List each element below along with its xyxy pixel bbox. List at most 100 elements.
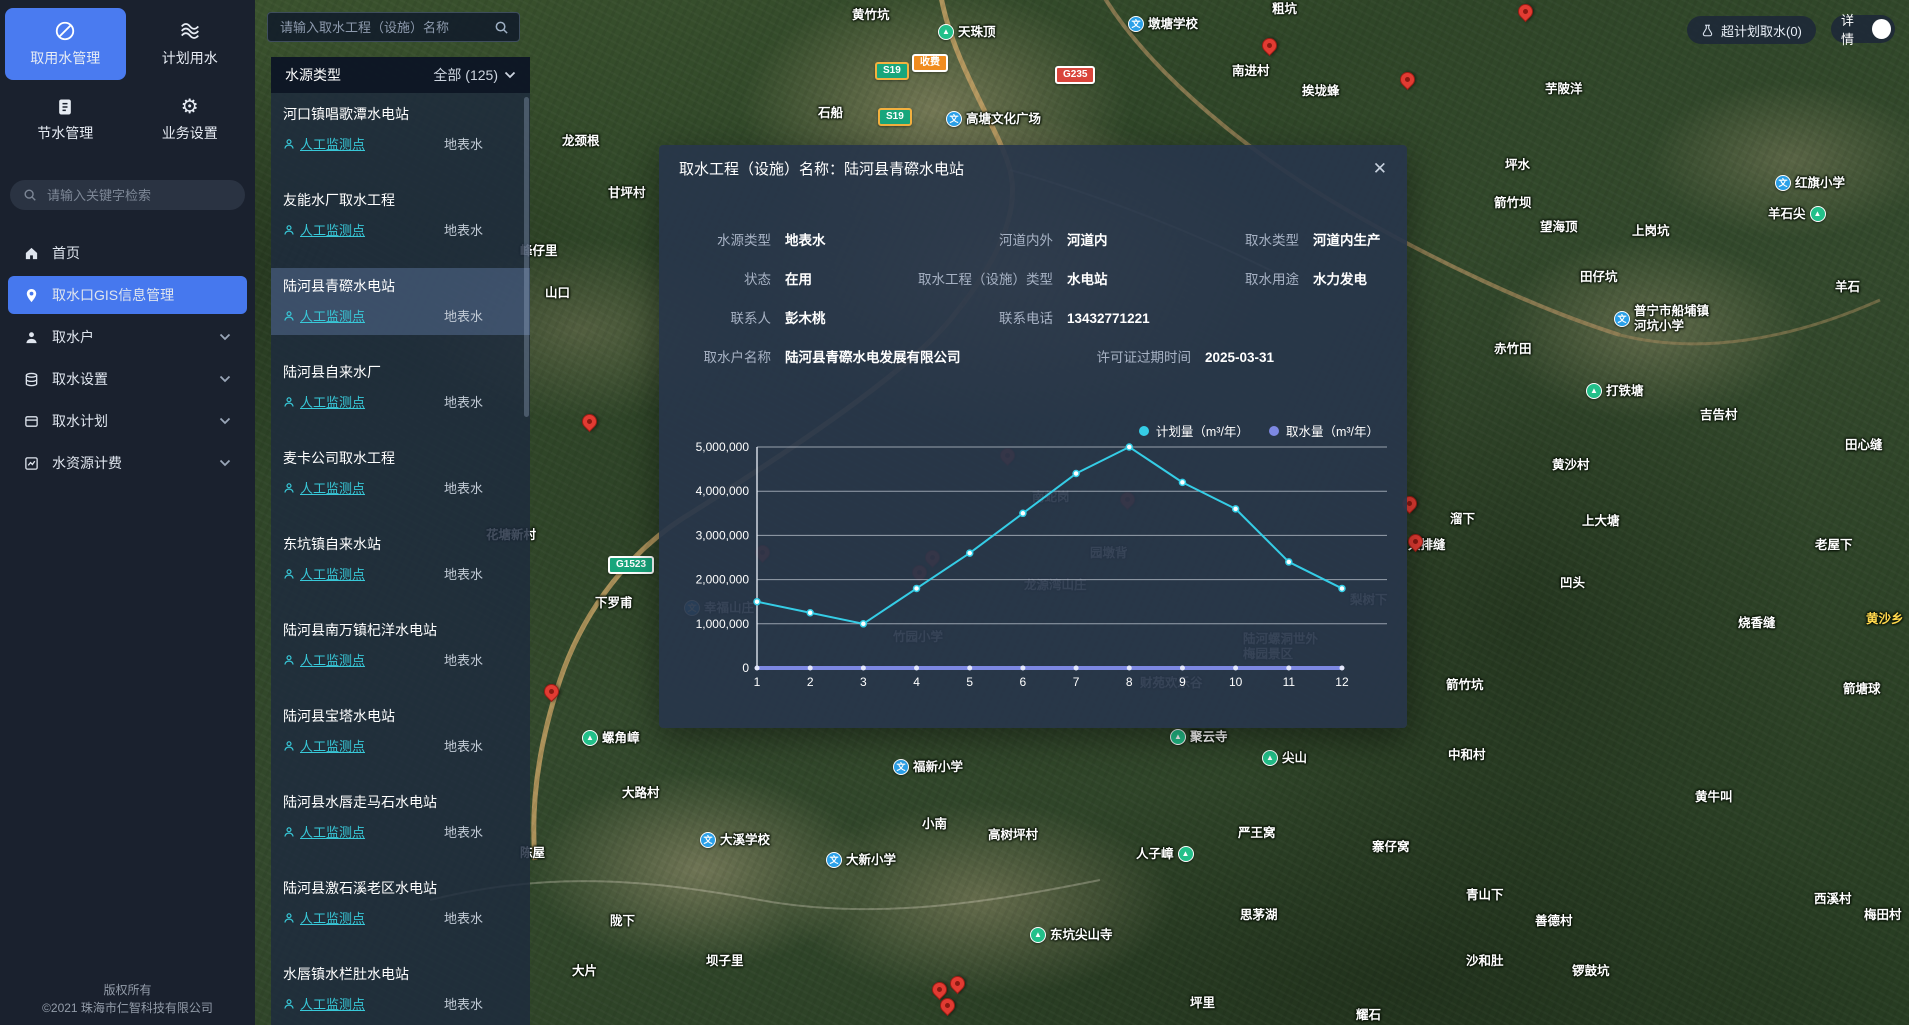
map-marker-pin[interactable] — [579, 411, 600, 432]
module-4[interactable]: ⚙业务设置 — [130, 84, 251, 156]
mountain-icon: ▲ — [1586, 383, 1602, 399]
list-item[interactable]: 陆河县水唇走马石水电站人工监测点地表水 — [271, 784, 530, 851]
road-badge: G235 — [1055, 66, 1095, 84]
field-value: 在用 — [785, 268, 812, 288]
sidebar: 取用水管理计划用水节水管理⚙业务设置 首页取水口GIS信息管理取水户取水设置取水… — [0, 0, 255, 1025]
monitor-link[interactable]: 人工监测点 — [283, 822, 365, 841]
chart-legend: 计划量（m³/年） 取水量（m³/年） — [1139, 421, 1379, 440]
map-label: 石船 — [818, 106, 843, 121]
water-source-type: 地表水 — [444, 822, 483, 841]
list-item[interactable]: 陆河县宝塔水电站人工监测点地表水 — [271, 698, 530, 765]
chevron-down-icon — [504, 71, 516, 79]
field-label: 状态 — [675, 268, 771, 288]
map-label: 大路村 — [622, 786, 660, 801]
map-label: 凹头 — [1560, 576, 1585, 591]
station-search[interactable] — [267, 12, 520, 42]
list-item[interactable]: 陆河县青磜水电站人工监测点地表水 — [271, 268, 530, 335]
school-icon: 文 — [700, 832, 716, 848]
monitor-link[interactable]: 人工监测点 — [283, 736, 365, 755]
map-marker-pin[interactable] — [947, 973, 968, 994]
module-2[interactable]: 计划用水 — [130, 8, 251, 80]
field: 状态在用 — [675, 268, 903, 288]
svg-text:0: 0 — [742, 661, 749, 675]
svg-text:1,000,000: 1,000,000 — [696, 617, 750, 631]
person-icon — [283, 482, 295, 494]
module-1[interactable]: 取用水管理 — [5, 8, 126, 80]
monitor-link[interactable]: 人工监测点 — [283, 650, 365, 669]
map-label: 龙颈根 — [562, 134, 600, 149]
list-item[interactable]: 陆河县南万镇杞洋水电站人工监测点地表水 — [271, 612, 530, 679]
map-label: 黄牛叫 — [1695, 790, 1733, 805]
sidebar-item-1[interactable]: 首页 — [8, 234, 247, 272]
map-label: ▲天珠顶 — [938, 24, 996, 40]
monitor-link[interactable]: 人工监测点 — [283, 306, 365, 325]
field-value: 陆河县青磜水电发展有限公司 — [785, 346, 961, 366]
over-plan-button[interactable]: 超计划取水(0) — [1687, 16, 1816, 44]
list-item[interactable]: 友能水厂取水工程人工监测点地表水 — [271, 182, 530, 249]
road-badge: S19 — [878, 108, 912, 126]
filter-dropdown[interactable]: 全部 (125) — [433, 65, 516, 85]
sidebar-item-label: 水资源计费 — [52, 453, 122, 473]
map-label: 人子嶂▲ — [1136, 846, 1194, 862]
person-icon — [283, 998, 295, 1010]
module-label: 业务设置 — [162, 123, 218, 143]
monitor-link[interactable]: 人工监测点 — [283, 478, 365, 497]
map-marker-pin[interactable] — [1397, 69, 1418, 90]
sidebar-item-4[interactable]: 取水设置 — [8, 360, 247, 398]
list-item[interactable]: 河口镇唱歌潭水电站人工监测点地表水 — [271, 96, 530, 163]
svg-text:11: 11 — [1283, 675, 1296, 689]
sidebar-item-2[interactable]: 取水口GIS信息管理 — [8, 276, 247, 314]
list-item[interactable]: 陆河县激石溪老区水电站人工监测点地表水 — [271, 870, 530, 937]
close-icon[interactable]: ✕ — [1373, 160, 1387, 177]
svg-text:4,000,000: 4,000,000 — [696, 484, 750, 498]
map-label: 坪里 — [1190, 996, 1215, 1011]
map-marker-pin[interactable] — [1515, 1, 1536, 22]
monitor-link[interactable]: 人工监测点 — [283, 220, 365, 239]
mountain-icon: ▲ — [1178, 846, 1194, 862]
map-marker-pin[interactable] — [541, 681, 562, 702]
field: 取水工程（设施）类型水电站 — [903, 268, 1203, 288]
station-name: 陆河县自来水厂 — [283, 362, 518, 382]
field-label: 取水工程（设施）类型 — [903, 268, 1053, 288]
field-row: 状态在用取水工程（设施）类型水电站取水用途水力发电 — [675, 268, 1391, 288]
detail-toggle[interactable]: 详情 — [1831, 15, 1895, 43]
sidebar-search[interactable] — [10, 180, 245, 210]
sidebar-item-5[interactable]: 取水计划 — [8, 402, 247, 440]
monitor-link[interactable]: 人工监测点 — [283, 134, 365, 153]
module-3[interactable]: 节水管理 — [5, 84, 126, 156]
search-icon[interactable] — [494, 20, 509, 35]
map-label: 坪水 — [1505, 158, 1530, 173]
list-item[interactable]: 陆河县自来水厂人工监测点地表水 — [271, 354, 530, 421]
field-value: 13432771221 — [1067, 311, 1150, 326]
water-source-type: 地表水 — [444, 908, 483, 927]
list-item[interactable]: 麦卡公司取水工程人工监测点地表水 — [271, 440, 530, 507]
list-item[interactable]: 水唇镇水栏肚水电站人工监测点地表水 — [271, 956, 530, 1023]
monitor-link[interactable]: 人工监测点 — [283, 908, 365, 927]
field-label: 取水类型 — [1203, 229, 1299, 249]
sidebar-search-input[interactable] — [45, 187, 232, 204]
map-label: 黄沙村 — [1552, 458, 1590, 473]
sidebar-item-6[interactable]: 水资源计费 — [8, 444, 247, 482]
station-name: 友能水厂取水工程 — [283, 190, 518, 210]
map-label: 善德村 — [1535, 914, 1573, 929]
legend-item[interactable]: 取水量（m³/年） — [1269, 421, 1379, 440]
list-item[interactable]: 东坑镇自来水站人工监测点地表水 — [271, 526, 530, 593]
scrollbar[interactable] — [524, 97, 529, 417]
modal-title: 取水工程（设施）名称：陆河县青磜水电站 — [679, 158, 964, 179]
sidebar-item-3[interactable]: 取水户 — [8, 318, 247, 356]
water-source-type: 地表水 — [444, 736, 483, 755]
map-label: 大片 — [572, 964, 597, 979]
map-label: 小南 — [922, 817, 947, 832]
person-icon — [283, 224, 295, 236]
monitor-link[interactable]: 人工监测点 — [283, 392, 365, 411]
station-search-input[interactable] — [278, 19, 494, 36]
map-label: 中和村 — [1448, 748, 1486, 763]
svg-text:5,000,000: 5,000,000 — [696, 440, 750, 454]
mountain-icon: ▲ — [1810, 206, 1826, 222]
monitor-link[interactable]: 人工监测点 — [283, 994, 365, 1013]
toggle-knob[interactable] — [1872, 19, 1891, 39]
map-label: 芋陂洋 — [1545, 82, 1583, 97]
monitor-link[interactable]: 人工监测点 — [283, 564, 365, 583]
legend-item[interactable]: 计划量（m³/年） — [1139, 421, 1249, 440]
map-marker-pin[interactable] — [1259, 35, 1280, 56]
